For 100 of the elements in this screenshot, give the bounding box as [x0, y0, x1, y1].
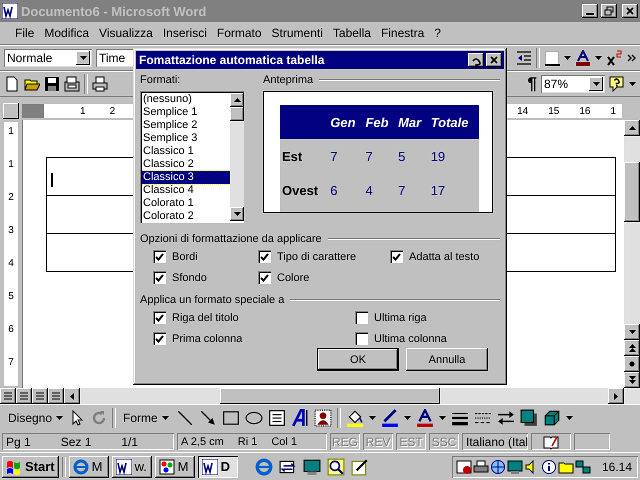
normal-view-button[interactable]: [0, 388, 16, 404]
menu-item[interactable]: ?: [429, 24, 446, 42]
checkbox-label[interactable]: Sfondo: [172, 272, 207, 284]
checkbox-label[interactable]: Colore: [277, 272, 310, 284]
checkbox[interactable]: [355, 311, 368, 324]
menu-item[interactable]: Finestra: [376, 24, 430, 42]
decrease-indent-icon[interactable]: [516, 50, 532, 66]
more-icon[interactable]: [626, 53, 636, 63]
tab-selector[interactable]: [3, 103, 19, 119]
minimize-button[interactable]: [582, 4, 598, 18]
checkbox-label[interactable]: Ultima riga: [374, 312, 427, 324]
menu-item[interactable]: Tabella: [328, 24, 376, 42]
clip-art-icon[interactable]: [314, 409, 332, 427]
draw-menu[interactable]: Disegno: [6, 411, 66, 425]
line-icon[interactable]: [176, 409, 194, 427]
arrow-icon[interactable]: [198, 409, 217, 427]
checkbox[interactable]: [390, 250, 403, 263]
wordart-icon[interactable]: [290, 409, 309, 427]
online-view-button[interactable]: [16, 388, 32, 404]
info-icon[interactable]: [540, 458, 557, 474]
checkbox[interactable]: [258, 250, 271, 263]
list-item[interactable]: Semplice 3: [142, 132, 230, 145]
scroll-thumb[interactable]: [624, 162, 640, 222]
menu-item[interactable]: Modifica: [39, 24, 94, 42]
scroll-thumb[interactable]: [230, 107, 244, 121]
3d-cube-icon[interactable]: [542, 409, 561, 427]
checkbox-label[interactable]: Riga del titolo: [172, 312, 239, 324]
printer-icon[interactable]: [472, 458, 489, 474]
list-item[interactable]: Classico 3: [142, 171, 230, 184]
shadow-icon[interactable]: [520, 409, 538, 427]
list-item[interactable]: Classico 4: [142, 184, 230, 197]
new-document-icon[interactable]: [4, 76, 20, 92]
next-page-button[interactable]: [624, 372, 640, 388]
list-item[interactable]: Classico 2: [142, 158, 230, 171]
checkbox[interactable]: [153, 250, 166, 263]
language-indicator[interactable]: Italiano (Ital: [462, 433, 528, 450]
list-item[interactable]: (nessuno): [142, 93, 230, 106]
zoom-dropdown[interactable]: 87%: [541, 75, 605, 93]
arrow-style-icon[interactable]: [496, 409, 515, 427]
book-icon[interactable]: [543, 434, 559, 450]
close-button[interactable]: [622, 4, 638, 18]
shapes-menu[interactable]: Forme: [121, 411, 171, 425]
list-item[interactable]: Colorato 1: [142, 197, 230, 210]
checkbox[interactable]: [355, 332, 368, 345]
page-view-button[interactable]: [32, 388, 48, 404]
previous-page-button[interactable]: [624, 340, 640, 356]
save-icon[interactable]: [44, 76, 60, 92]
superscript-icon[interactable]: [606, 50, 622, 66]
show-formatting-button[interactable]: ¶: [528, 74, 537, 94]
vertical-scrollbar[interactable]: [624, 120, 640, 388]
scroll-thumb[interactable]: [220, 388, 440, 404]
font-color-icon[interactable]: [575, 50, 591, 66]
menu-item[interactable]: Visualizza: [94, 24, 158, 42]
rectangle-icon[interactable]: [222, 409, 240, 427]
menu-item[interactable]: File: [10, 24, 40, 42]
search-icon[interactable]: [326, 458, 345, 476]
fill-color-icon[interactable]: [346, 409, 364, 427]
restore-button[interactable]: [601, 4, 617, 18]
ellipse-icon[interactable]: [244, 409, 263, 427]
outline-view-button[interactable]: [48, 388, 64, 404]
checkbox[interactable]: [153, 311, 166, 324]
menu-item[interactable]: Inserisci: [158, 24, 212, 42]
font-color-icon[interactable]: [416, 409, 434, 427]
taskbar-button[interactable]: D: [198, 456, 238, 478]
cancel-button[interactable]: Annulla: [406, 348, 488, 371]
checkbox-label[interactable]: Bordi: [172, 250, 198, 262]
globe-icon[interactable]: [490, 458, 506, 474]
checkbox-label[interactable]: Adatta al testo: [409, 250, 480, 262]
text-box-icon[interactable]: [268, 409, 286, 427]
network-icon[interactable]: [574, 458, 591, 474]
help-button[interactable]: [468, 53, 484, 67]
browse-object-button[interactable]: [624, 356, 640, 372]
list-item[interactable]: Colorato 2: [142, 210, 230, 221]
desktop-icon[interactable]: [302, 458, 321, 476]
help-icon[interactable]: [609, 76, 625, 92]
fax-icon[interactable]: [64, 76, 80, 92]
taskbar-button[interactable]: M: [68, 456, 109, 478]
taskbar-button[interactable]: M: [154, 456, 195, 478]
start-button[interactable]: Start: [2, 456, 59, 478]
checkbox[interactable]: [153, 332, 166, 345]
monitor-icon[interactable]: [506, 458, 523, 474]
style-dropdown[interactable]: Normale: [4, 49, 92, 67]
edit-icon[interactable]: [350, 458, 369, 476]
ok-button[interactable]: OK: [317, 348, 399, 371]
menu-item[interactable]: Strumenti: [266, 24, 328, 42]
formats-list[interactable]: (nessuno) Semplice 1 Semplice 2 Semplice 3 Classico 1 Classico 2 Classico 3 Classico 4 Colorato 1 Colorato 2: [140, 91, 244, 223]
taskbar-button[interactable]: w.: [112, 456, 152, 478]
checkbox-label[interactable]: Ultima colonna: [374, 332, 447, 344]
browser-icon[interactable]: [254, 458, 273, 476]
checkbox[interactable]: [258, 271, 271, 284]
border-icon[interactable]: [544, 50, 560, 66]
printer-icon[interactable]: [92, 76, 108, 92]
list-item[interactable]: Semplice 1: [142, 106, 230, 119]
menu-item[interactable]: Formato: [212, 24, 267, 42]
list-item[interactable]: Classico 1: [142, 145, 230, 158]
checkbox-label[interactable]: Tipo di carattere: [277, 250, 356, 262]
checkbox-label[interactable]: Prima colonna: [172, 332, 242, 344]
horizontal-scrollbar[interactable]: [0, 388, 640, 404]
calendar-icon[interactable]: [456, 458, 472, 474]
list-item[interactable]: Semplice 2: [142, 119, 230, 132]
